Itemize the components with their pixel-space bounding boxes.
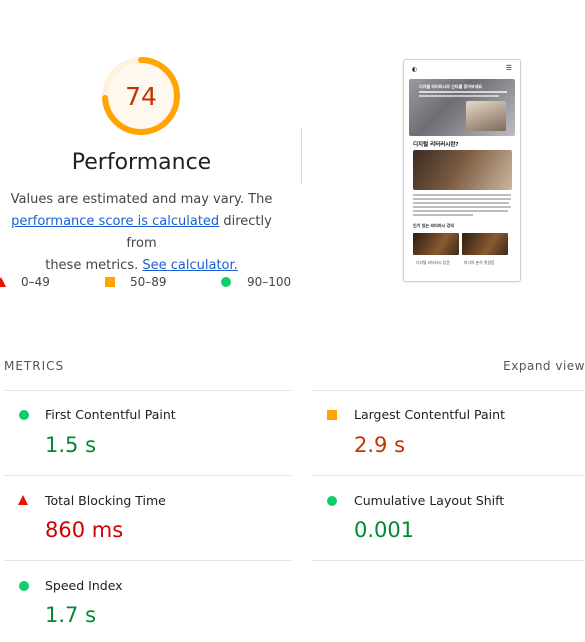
site-logo-icon: ◐ — [412, 66, 418, 73]
metric-value-tbt: 860 ms — [45, 518, 124, 542]
course-caption: 미디어 분석 첫걸음 — [464, 260, 495, 265]
row-divider — [4, 390, 291, 391]
row-divider — [4, 560, 291, 561]
pass-circle-icon — [19, 581, 29, 591]
pass-circle-icon — [19, 410, 29, 420]
metrics-heading: METRICS — [4, 359, 65, 373]
row-divider — [4, 475, 291, 476]
performance-description: Values are estimated and may vary. The p… — [0, 189, 283, 277]
score-calculation-link[interactable]: performance score is calculated — [11, 214, 219, 229]
legend-fail-label: 0–49 — [21, 275, 50, 289]
metric-name-si: Speed Index — [45, 578, 123, 593]
row-divider — [312, 560, 585, 561]
legend-average: 50–89 — [105, 275, 167, 289]
text-line — [413, 206, 511, 208]
metric-name-lcp: Largest Contentful Paint — [354, 407, 505, 422]
menu-icon: ☰ — [505, 64, 512, 72]
legend-fail: 0–49 — [0, 275, 50, 289]
section-title: 디지털 리터러시란? — [413, 142, 459, 148]
metric-name-fcp: First Contentful Paint — [45, 407, 176, 422]
row-divider — [312, 390, 585, 391]
page-screenshot[interactable]: ◐ ☰ 디지털 리터러시의 산타를 찾아보세요 디지털 리터러시란? 인기 있는… — [403, 59, 521, 282]
average-square-icon — [105, 277, 115, 287]
pass-circle-icon — [327, 496, 337, 506]
average-square-icon — [327, 410, 337, 420]
legend-average-label: 50–89 — [130, 275, 167, 289]
performance-score: 74 — [125, 81, 157, 111]
text-line — [413, 214, 473, 216]
description-line-2: performance score is calculated directly… — [0, 211, 283, 255]
description-text-3: these metrics. — [45, 258, 139, 273]
vertical-divider — [301, 128, 302, 184]
course-thumbnail — [462, 233, 508, 255]
text-line — [413, 202, 509, 204]
metric-name-tbt: Total Blocking Time — [45, 493, 166, 508]
fail-triangle-icon — [0, 277, 6, 287]
course-thumbnail — [413, 233, 459, 255]
metric-name-cls: Cumulative Layout Shift — [354, 493, 505, 508]
metric-value-lcp: 2.9 s — [354, 433, 406, 457]
text-line — [413, 210, 508, 212]
metric-value-cls: 0.001 — [354, 518, 415, 542]
legend-pass-label: 90–100 — [247, 275, 292, 289]
hero-text: 디지털 리터러시의 산타를 찾아보세요 — [419, 84, 483, 89]
metric-value-si: 1.7 s — [45, 603, 97, 627]
legend-pass: 90–100 — [221, 275, 291, 289]
pass-circle-icon — [221, 277, 231, 287]
see-calculator-link[interactable]: See calculator. — [142, 258, 237, 273]
list-title: 인기 있는 리터러시 강의 — [413, 223, 454, 228]
description-line-1: Values are estimated and may vary. The — [10, 192, 273, 207]
fail-triangle-icon — [18, 495, 28, 505]
metric-value-fcp: 1.5 s — [45, 433, 97, 457]
section-photo — [413, 150, 512, 190]
row-divider — [312, 475, 585, 476]
hero-subtext — [419, 95, 499, 97]
hero-subtext — [419, 91, 507, 93]
text-line — [413, 198, 511, 200]
course-caption: 디지털 리터러시 입문 — [416, 260, 450, 265]
text-line — [413, 194, 511, 196]
description-line-3: these metrics. See calculator. — [0, 255, 283, 277]
expand-view-toggle[interactable]: Expand view — [503, 359, 585, 373]
hero-person-image — [466, 101, 506, 131]
performance-title: Performance — [71, 150, 212, 175]
